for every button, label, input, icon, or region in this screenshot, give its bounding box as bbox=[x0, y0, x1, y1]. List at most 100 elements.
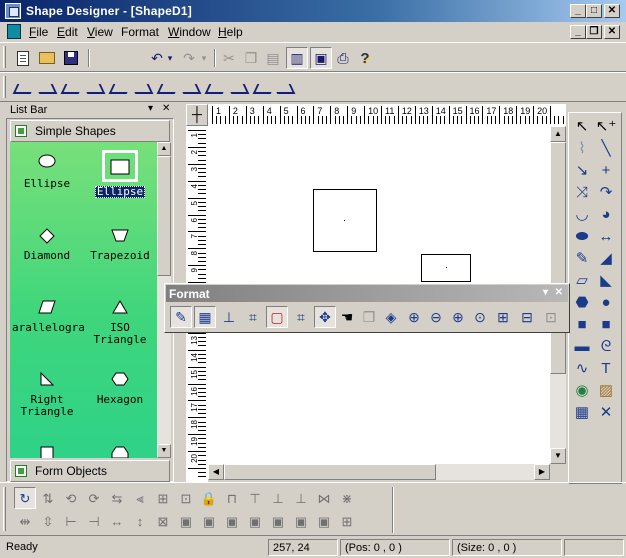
mdi-restore-button[interactable]: ❐ bbox=[586, 25, 602, 39]
connector-button-5[interactable] bbox=[108, 77, 130, 99]
app-icon[interactable] bbox=[5, 3, 21, 19]
align-button[interactable]: ⇆ bbox=[106, 487, 128, 509]
format-button[interactable]: ▦ bbox=[194, 306, 216, 328]
mdi-close-button[interactable]: ✕ bbox=[604, 25, 620, 39]
tool-button[interactable]: ↖ bbox=[571, 115, 593, 137]
format-button[interactable]: ⊕ bbox=[447, 306, 469, 328]
connector-button-3[interactable] bbox=[60, 77, 82, 99]
align-button[interactable]: ▣ bbox=[267, 510, 289, 532]
align-button[interactable]: ⇹ bbox=[14, 510, 36, 532]
menu-view[interactable]: View bbox=[87, 25, 113, 39]
group-form-objects[interactable]: Form Objects bbox=[10, 460, 170, 482]
align-button[interactable]: ⊡ bbox=[175, 487, 197, 509]
align-button[interactable]: ⋈ bbox=[313, 487, 335, 509]
layout-button[interactable]: ▣ bbox=[310, 47, 332, 69]
align-button[interactable]: ⊢ bbox=[60, 510, 82, 532]
align-button[interactable]: ⟲ bbox=[60, 487, 82, 509]
align-button[interactable]: ⊤ bbox=[244, 487, 266, 509]
close-button[interactable]: ✕ bbox=[604, 4, 620, 18]
align-button[interactable]: 🔒 bbox=[198, 487, 220, 509]
tool-button[interactable]: ∿ bbox=[571, 357, 593, 379]
shape-item-iso-triangle[interactable]: ISO Triangle bbox=[83, 294, 157, 346]
list-bar-menu-icon[interactable]: ▾ bbox=[148, 103, 153, 114]
document-icon[interactable] bbox=[7, 24, 21, 39]
tool-button[interactable]: ↘ bbox=[571, 159, 593, 181]
format-button[interactable]: ⊙ bbox=[469, 306, 491, 328]
shape-item-ellipse[interactable]: Ellipse bbox=[10, 150, 84, 190]
scroll-down-icon[interactable]: ▼ bbox=[550, 448, 566, 464]
align-button[interactable]: ⟳ bbox=[83, 487, 105, 509]
canvas-horizontal-scrollbar[interactable]: ◀ ▶ bbox=[208, 464, 550, 480]
group-simple-shapes[interactable]: Simple Shapes bbox=[10, 120, 170, 142]
connector-button-8[interactable] bbox=[180, 77, 202, 99]
paste-button[interactable]: ▤ bbox=[262, 47, 284, 69]
align-button[interactable]: ⇅ bbox=[37, 487, 59, 509]
canvas-shape-rectangle[interactable] bbox=[421, 254, 471, 282]
ruler-corner-icon[interactable]: ┼ bbox=[186, 104, 208, 126]
tool-button[interactable]: ● bbox=[595, 291, 617, 313]
tool-button[interactable]: ▨ bbox=[595, 379, 617, 401]
tool-button[interactable]: ◡ bbox=[571, 203, 593, 225]
shape-item-trapezoid[interactable]: Trapezoid bbox=[83, 222, 157, 262]
align-button[interactable]: ⊞ bbox=[152, 487, 174, 509]
shape-item-parallelogram[interactable]: arallelogra bbox=[10, 294, 85, 334]
maximize-button[interactable]: □ bbox=[586, 4, 602, 18]
copy-button[interactable]: ❐ bbox=[240, 47, 262, 69]
scroll-thumb[interactable] bbox=[157, 156, 171, 276]
tool-button[interactable]: ◣ bbox=[595, 269, 617, 291]
align-button[interactable]: ⋇ bbox=[336, 487, 358, 509]
format-button[interactable]: ◈ bbox=[380, 306, 402, 328]
format-button[interactable]: ⌗ bbox=[242, 306, 264, 328]
align-button[interactable]: ↻ bbox=[14, 487, 36, 509]
tool-button[interactable]: ■ bbox=[571, 313, 593, 335]
connector-button-10[interactable] bbox=[228, 77, 250, 99]
save-button[interactable] bbox=[60, 47, 82, 69]
connector-button-4[interactable] bbox=[84, 77, 106, 99]
format-button[interactable]: ✥ bbox=[314, 306, 336, 328]
format-button[interactable]: ☚ bbox=[336, 306, 358, 328]
cut-button[interactable]: ✂ bbox=[218, 47, 240, 69]
align-button[interactable]: ▣ bbox=[290, 510, 312, 532]
align-button[interactable]: ▣ bbox=[221, 510, 243, 532]
shape-item-hexagon[interactable]: Hexagon bbox=[83, 366, 157, 406]
align-button[interactable]: ⊞ bbox=[336, 510, 358, 532]
format-button[interactable]: ✎ bbox=[170, 306, 192, 328]
tool-button[interactable]: ▬ bbox=[571, 335, 593, 357]
tool-button[interactable]: ⬬ bbox=[571, 225, 593, 247]
align-button[interactable]: ▣ bbox=[175, 510, 197, 532]
scroll-thumb[interactable] bbox=[224, 464, 436, 480]
format-menu-icon[interactable]: ▾ bbox=[543, 287, 548, 298]
canvas-shape-rectangle[interactable] bbox=[313, 189, 377, 252]
align-button[interactable]: ▣ bbox=[313, 510, 335, 532]
format-button[interactable]: ⊞ bbox=[492, 306, 514, 328]
align-button[interactable]: ⊥ bbox=[290, 487, 312, 509]
shape-item-rectangle[interactable]: Ellipse bbox=[83, 150, 157, 198]
menu-edit[interactable]: Edit bbox=[57, 25, 78, 39]
redo-button[interactable]: ↷ bbox=[178, 47, 200, 69]
tool-button[interactable]: ✕ bbox=[595, 401, 617, 423]
tool-button[interactable]: ▦ bbox=[571, 401, 593, 423]
toolbar-grip[interactable] bbox=[3, 46, 6, 68]
format-button[interactable]: ⊖ bbox=[425, 306, 447, 328]
tool-button[interactable]: ╲ bbox=[595, 137, 617, 159]
list-bar-close-icon[interactable]: ✕ bbox=[162, 103, 170, 114]
format-toolbar-caption[interactable]: Format ▾ ✕ bbox=[166, 285, 568, 302]
tool-button[interactable]: ◉ bbox=[571, 379, 593, 401]
align-button[interactable]: ⊣ bbox=[83, 510, 105, 532]
mdi-minimize-button[interactable]: _ bbox=[570, 25, 586, 39]
redo-dropdown[interactable]: ▾ bbox=[198, 47, 210, 69]
align-button[interactable]: ⊠ bbox=[152, 510, 174, 532]
connector-button-11[interactable] bbox=[252, 77, 274, 99]
align-button[interactable]: ▣ bbox=[198, 510, 220, 532]
align-button[interactable]: ⊓ bbox=[221, 487, 243, 509]
tool-button[interactable]: ◢ bbox=[595, 247, 617, 269]
connector-button-1[interactable] bbox=[12, 77, 34, 99]
menu-format[interactable]: Format bbox=[121, 25, 159, 39]
format-button[interactable]: ⊥ bbox=[218, 306, 240, 328]
align-button[interactable]: ⊥ bbox=[267, 487, 289, 509]
tool-button[interactable]: ↖⁺ bbox=[595, 115, 617, 137]
new-button[interactable] bbox=[12, 47, 34, 69]
tool-button[interactable]: ▱ bbox=[571, 269, 593, 291]
menu-window[interactable]: Window bbox=[168, 25, 211, 39]
tool-button[interactable]: ✎ bbox=[571, 247, 593, 269]
